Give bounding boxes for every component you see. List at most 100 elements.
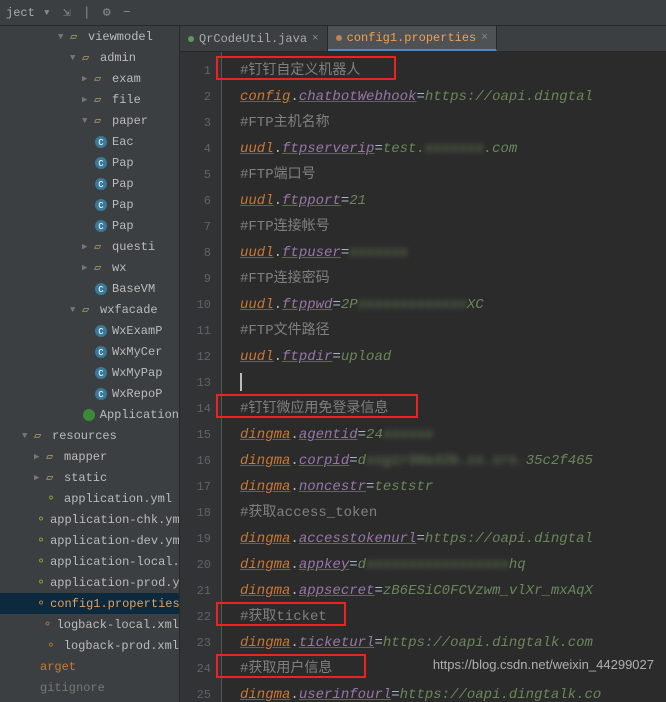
code-line-9[interactable]: #FTP连接密码 [240,266,666,292]
code-line-7[interactable]: #FTP连接帐号 [240,214,666,240]
code-line-4[interactable]: uudl.ftpserverip=test.xxxxxxx.com [240,136,666,162]
close-icon[interactable]: × [481,32,488,44]
tree-item-nvnw[interactable]: nvnw [0,698,179,702]
tree-item- Pap[interactable]: C Pap [0,215,179,236]
code-content[interactable]: #钉钉自定义机器人config.chatbotWebhook=https://o… [222,52,666,702]
minimize-icon[interactable]: − [119,5,135,21]
tab-QrCodeUtil.java[interactable]: QrCodeUtil.java × [180,26,328,51]
line-number: 20 [180,552,211,578]
code-line-6[interactable]: uudl.ftpport=21 [240,188,666,214]
code-line-17[interactable]: dingma.noncestr=teststr [240,474,666,500]
class-icon: C [94,366,108,380]
folder-icon: ▱ [94,92,108,107]
tree-label: arget [40,660,76,674]
code-line-11[interactable]: #FTP文件路径 [240,318,666,344]
code-line-14[interactable]: #钉钉微应用免登录信息 [240,396,666,422]
tree-item-config1.properties[interactable]: ⚬config1.properties [0,593,179,614]
tree-label: WxMyCer [112,345,162,359]
tree-item-static[interactable]: ▶▱static [0,467,179,488]
code-line-10[interactable]: uudl.ftppwd=2PxxxxxxxxxxxxxXC [240,292,666,318]
tree-item-WxMyPap[interactable]: CWxMyPap [0,362,179,383]
tree-label: logback-local.xml [57,618,179,632]
code-line-16[interactable]: dingma.corpid=dxxg1r98a32b.xx.xrx.35c2f4… [240,448,666,474]
tree-item-logback-prod.xml[interactable]: ⚬logback-prod.xml [0,635,179,656]
collapse-icon[interactable]: ⇲ [59,5,75,21]
code-line-25[interactable]: dingma.userinfourl=https://oapi.dingtalk… [240,682,666,702]
tab-config1.properties[interactable]: config1.properties× [328,26,497,51]
tab-label: QrCodeUtil.java [199,32,307,46]
editor[interactable]: 1234567891011121314151617181920212223242… [180,52,666,702]
tree-arrow-icon[interactable]: ▼ [22,431,32,441]
code-line-12[interactable]: uudl.ftpdir=upload [240,344,666,370]
tree-item-paper[interactable]: ▼▱paper [0,110,179,131]
tree-arrow-icon[interactable]: ▶ [34,452,44,462]
tree-arrow-icon[interactable]: ▶ [82,74,92,84]
tree-item-gitignore[interactable]: gitignore [0,677,179,698]
tree-item-mapper[interactable]: ▶▱mapper [0,446,179,467]
folder-icon: ▱ [34,428,48,443]
code-line-13[interactable] [240,370,666,396]
tree-item-application-chk.yml[interactable]: ⚬application-chk.yml [0,509,179,530]
project-tree[interactable]: ▼▱viewmodel▼▱admin▶▱exam▶▱file▼▱paperC E… [0,26,180,702]
code-line-22[interactable]: #获取ticket [240,604,666,630]
tree-arrow-icon[interactable]: ▼ [70,53,80,63]
code-line-20[interactable]: dingma.appkey=dxxxxxxxxxxxxxxxxxhq [240,552,666,578]
code-line-19[interactable]: dingma.accesstokenurl=https://oapi.dingt… [240,526,666,552]
tree-item-file[interactable]: ▶▱ file [0,89,179,110]
tree-item-wx[interactable]: ▶▱wx [0,257,179,278]
dropdown-icon[interactable]: ▾ [39,5,55,21]
tree-arrow-icon[interactable]: ▶ [82,242,92,252]
code-line-21[interactable]: dingma.appsecret=zB6ESiC0FCVzwm_vlXr_mxA… [240,578,666,604]
svg-text:C: C [98,138,104,148]
gear-icon[interactable]: ⚙ [99,5,115,21]
line-number: 17 [180,474,211,500]
class-icon: C [94,282,108,296]
tree-item-viewmodel[interactable]: ▼▱ viewmodel [0,26,179,47]
tree-arrow-icon[interactable]: ▶ [82,263,92,273]
code-line-2[interactable]: config.chatbotWebhook=https://oapi.dingt… [240,84,666,110]
tree-item-WxMyCer[interactable]: CWxMyCer [0,341,179,362]
code-line-18[interactable]: #获取access_token [240,500,666,526]
tree-arrow-icon[interactable]: ▼ [70,305,80,315]
tree-label: file [112,93,141,107]
tree-arrow-icon[interactable]: ▼ [82,116,92,126]
folder-icon: ▱ [82,50,96,65]
code-line-3[interactable]: #FTP主机名称 [240,110,666,136]
tree-item- Eac[interactable]: C Eac [0,131,179,152]
code-line-1[interactable]: #钉钉自定义机器人 [240,58,666,84]
tree-item-logback-local.xml[interactable]: ⚬logback-local.xml [0,614,179,635]
line-number: 11 [180,318,211,344]
tree-label: viewmodel [88,30,153,44]
tree-item-exam[interactable]: ▶▱exam [0,68,179,89]
tree-item-WxRepoP[interactable]: CWxRepoP [0,383,179,404]
code-line-8[interactable]: uudl.ftpuser=xxxxxxx [240,240,666,266]
tree-arrow-icon[interactable]: ▼ [58,32,68,42]
line-number: 16 [180,448,211,474]
tree-arrow-icon[interactable]: ▶ [82,95,92,105]
toolbar: ject ▾ ⇲ | ⚙ − [0,0,666,26]
tree-item-WxExamP[interactable]: CWxExamP [0,320,179,341]
tree-item-application.yml[interactable]: ⚬application.yml [0,488,179,509]
line-number: 23 [180,630,211,656]
tree-item-Application[interactable]: Application [0,404,179,425]
tree-item- Pap[interactable]: C Pap [0,173,179,194]
code-line-5[interactable]: #FTP端口号 [240,162,666,188]
tree-arrow-icon[interactable]: ▶ [34,473,44,483]
folder-icon: ▱ [82,302,96,317]
tree-item- Pap[interactable]: C Pap [0,152,179,173]
tree-item-questi[interactable]: ▶▱questi [0,236,179,257]
tree-item-BaseVM[interactable]: CBaseVM [0,278,179,299]
code-line-23[interactable]: dingma.ticketurl=https://oapi.dingtalk.c… [240,630,666,656]
tree-item-wxfacade[interactable]: ▼▱wxfacade [0,299,179,320]
folder-icon: ▱ [70,29,84,44]
svg-text:C: C [98,222,104,232]
tree-item-application-local.yml[interactable]: ⚬application-local.yml [0,551,179,572]
code-line-15[interactable]: dingma.agentid=24xxxxxx [240,422,666,448]
tree-item- Pap[interactable]: C Pap [0,194,179,215]
tree-item-arget[interactable]: arget [0,656,179,677]
tree-item-admin[interactable]: ▼▱admin [0,47,179,68]
tree-item-application-dev.yml[interactable]: ⚬application-dev.yml [0,530,179,551]
tree-item-application-prod.yml[interactable]: ⚬application-prod.yml [0,572,179,593]
close-icon[interactable]: × [312,33,319,45]
tree-item-resources[interactable]: ▼▱resources [0,425,179,446]
